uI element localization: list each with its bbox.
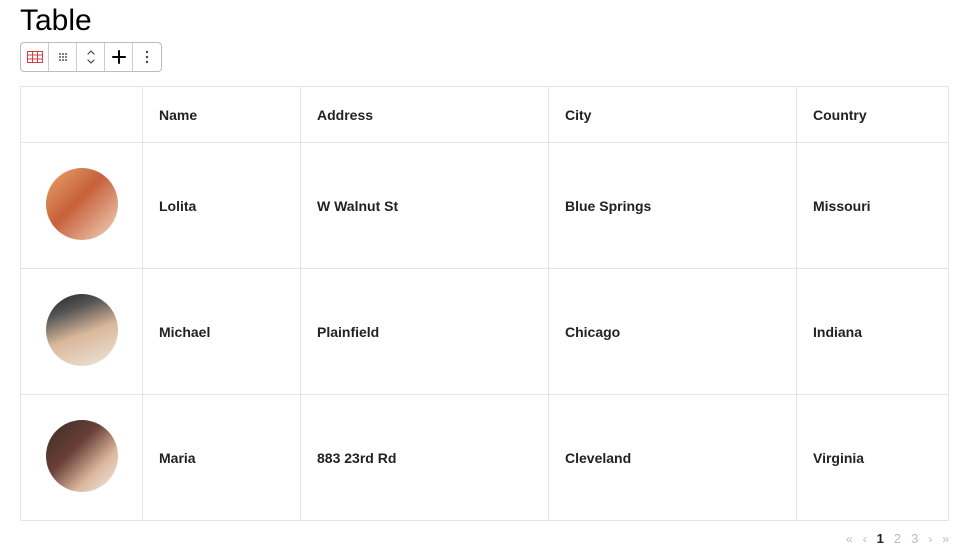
cell-address: Plainfield [301, 269, 549, 395]
cell-city: Cleveland [549, 395, 797, 521]
page-number[interactable]: 3 [911, 531, 918, 546]
pagination: « ‹ 123 › » [20, 531, 949, 546]
cell-city: Chicago [549, 269, 797, 395]
cell-address: 883 23rd Rd [301, 395, 549, 521]
avatar [46, 294, 118, 366]
table-row[interactable]: Maria883 23rd RdClevelandVirginia [21, 395, 949, 521]
cell-name: Lolita [143, 143, 301, 269]
table-toolbar [20, 42, 162, 72]
page-title: Table [20, 4, 949, 38]
table-row[interactable]: MichaelPlainfieldChicagoIndiana [21, 269, 949, 395]
cell-address: W Walnut St [301, 143, 549, 269]
column-header-country[interactable]: Country [797, 87, 949, 143]
add-row-button[interactable] [105, 43, 133, 71]
data-table: Name Address City Country LolitaW Walnut… [20, 86, 949, 521]
cell-country: Virginia [797, 395, 949, 521]
page-last-icon[interactable]: » [942, 532, 949, 546]
grid-icon[interactable] [21, 43, 49, 71]
page-number[interactable]: 1 [877, 531, 884, 546]
table-header-row: Name Address City Country [21, 87, 949, 143]
column-header-city[interactable]: City [549, 87, 797, 143]
drag-handle-icon[interactable] [49, 43, 77, 71]
cell-country: Missouri [797, 143, 949, 269]
reorder-rows-icon[interactable] [77, 43, 105, 71]
cell-city: Blue Springs [549, 143, 797, 269]
page-first-icon[interactable]: « [846, 532, 853, 546]
cell-country: Indiana [797, 269, 949, 395]
cell-name: Michael [143, 269, 301, 395]
column-header-name[interactable]: Name [143, 87, 301, 143]
page-number[interactable]: 2 [894, 531, 901, 546]
table-row[interactable]: LolitaW Walnut StBlue SpringsMissouri [21, 143, 949, 269]
more-menu-icon[interactable] [133, 43, 161, 71]
column-header-avatar[interactable] [21, 87, 143, 143]
page-prev-icon[interactable]: ‹ [863, 532, 867, 546]
page-next-icon[interactable]: › [928, 532, 932, 546]
avatar [46, 168, 118, 240]
cell-name: Maria [143, 395, 301, 521]
avatar [46, 420, 118, 492]
column-header-address[interactable]: Address [301, 87, 549, 143]
